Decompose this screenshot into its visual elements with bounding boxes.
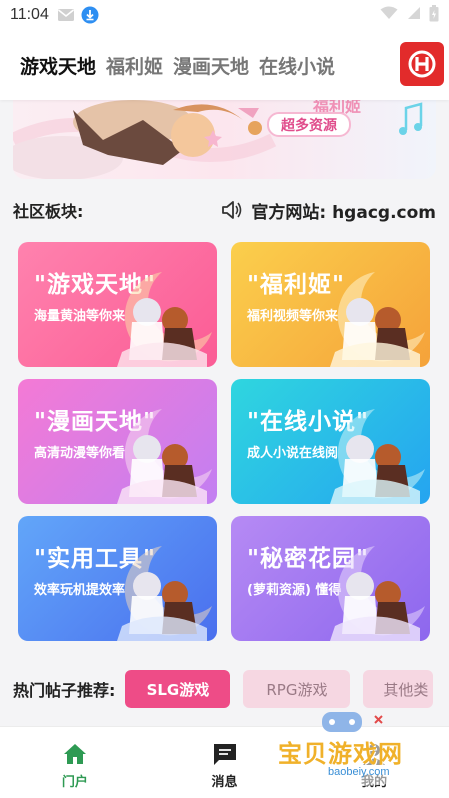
speaker-icon [221,200,243,220]
status-right-icons [380,4,439,26]
card-character-art [117,272,212,367]
card-character-art [117,546,212,641]
card-character-art [330,409,425,504]
tab-welfare[interactable]: 福利姬 [106,52,163,79]
chip-slg-games[interactable]: SLG游戏 [125,670,231,708]
nav-item-messages[interactable]: 消息 [150,727,300,798]
profile-icon [361,741,387,767]
card-secret-garden[interactable]: "秘密花园" (萝莉资源) 懂得 [231,516,430,641]
promo-banner[interactable]: 福利姬 超多资源 [13,100,436,179]
card-character-art [330,546,425,641]
official-site[interactable]: 官方网站: hgacg.com [221,198,436,223]
hgacg-logo-icon[interactable] [400,42,444,86]
card-character-art [330,272,425,367]
wifi-icon [380,6,398,24]
banner-illustration: 福利姬 [13,100,423,179]
status-bar: 11:04 [0,0,449,30]
hot-posts-row: 热门帖子推荐: SLG游戏 RPG游戏 其他类 [13,669,449,709]
card-novels[interactable]: "在线小说" 成人小说在线阅 [231,379,430,504]
card-game-world[interactable]: "游戏天地" 海量黄油等你来 [18,242,217,367]
download-icon [81,6,99,24]
banner-tag: 超多资源 [267,112,351,137]
top-tab-bar: 游戏天地 福利姬 漫画天地 在线小说 [0,30,449,100]
card-comics[interactable]: "漫画天地" 高清动漫等你看 [18,379,217,504]
chip-rpg-games[interactable]: RPG游戏 [243,670,351,708]
chip-others[interactable]: 其他类 [363,670,434,708]
nav-item-profile[interactable]: 我的 [299,727,449,798]
message-icon [212,741,238,767]
tab-game-world[interactable]: 游戏天地 [20,52,96,79]
nav-label: 门户 [61,775,88,790]
app-screen: 11:04 游戏天地 福利姬 漫画天地 在线小说 福利姬 超多资源 社区板块: … [0,0,449,798]
card-tools[interactable]: "实用工具" 效率玩机提效率 [18,516,217,641]
nav-item-portal[interactable]: 门户 [0,727,150,798]
home-icon [62,741,88,767]
official-site-text: 官方网站: hgacg.com [251,202,436,223]
mail-icon [57,8,75,22]
battery-icon [429,4,439,26]
status-time: 11:04 [10,6,49,23]
bottom-nav-bar: 门户 消息 我的 [0,726,449,798]
card-character-art [117,409,212,504]
nav-label: 消息 [211,775,238,790]
tab-novels[interactable]: 在线小说 [259,52,335,79]
signal-icon [406,6,421,24]
card-welfare[interactable]: "福利姬" 福利视频等你来 [231,242,430,367]
nav-label: 我的 [361,775,388,790]
community-title: 社区板块: [13,202,84,221]
community-header: 社区板块: 官方网站: hgacg.com [13,198,436,223]
tab-comics[interactable]: 漫画天地 [173,52,249,79]
hot-posts-label: 热门帖子推荐: [13,681,116,700]
